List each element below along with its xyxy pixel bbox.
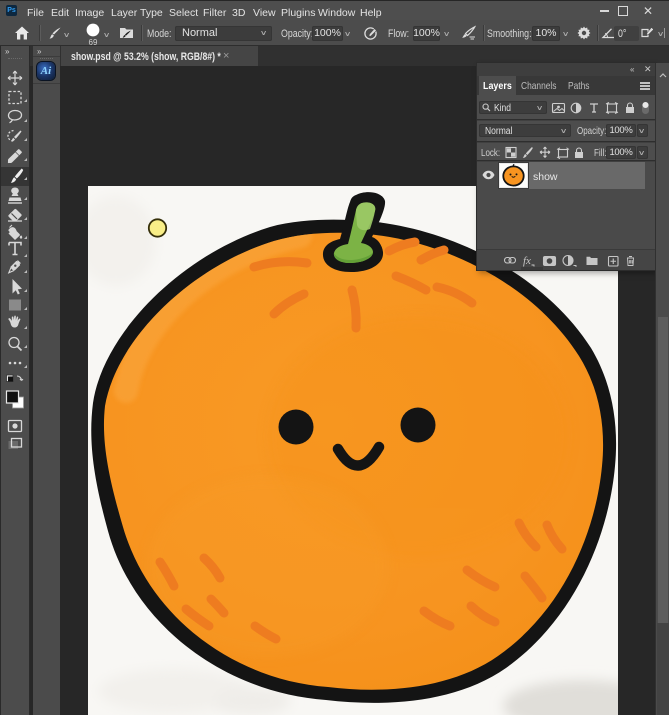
svg-text:fx: fx: [523, 255, 531, 267]
